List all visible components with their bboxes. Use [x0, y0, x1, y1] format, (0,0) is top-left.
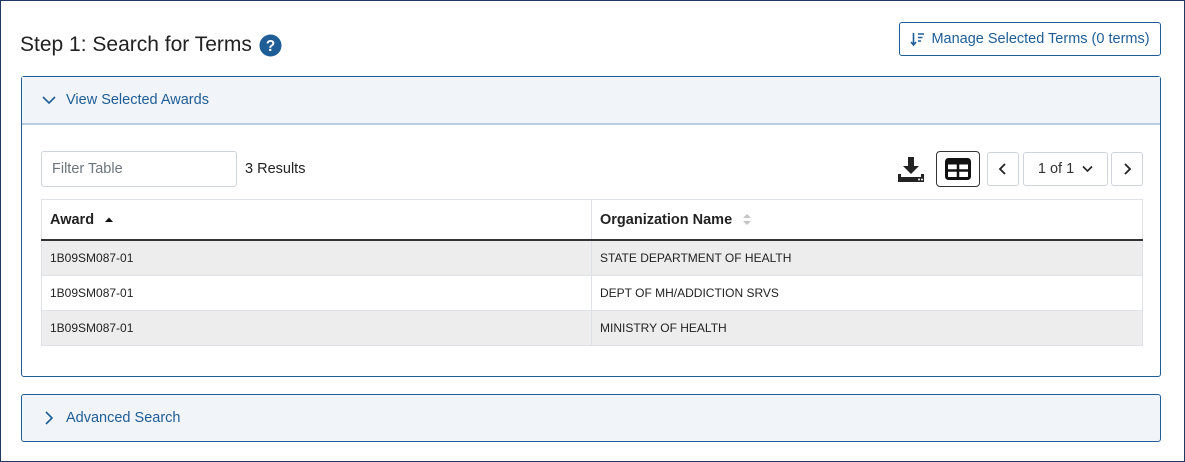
table-header-row: Award Organization Name — [41, 199, 1143, 241]
sort-icon — [743, 214, 752, 226]
sort-up-icon — [105, 217, 114, 222]
award-cell: 1B09SM087-01 — [41, 275, 592, 311]
previous-page-button[interactable] — [987, 152, 1019, 186]
download-icon[interactable] — [896, 155, 926, 185]
advanced-search-panel-header[interactable]: Advanced Search — [21, 394, 1161, 442]
next-page-button[interactable] — [1111, 152, 1143, 186]
column-header-organization-name[interactable]: Organization Name — [591, 199, 1143, 241]
chevron-down-icon — [1082, 165, 1093, 173]
svg-text:?: ? — [266, 37, 275, 54]
column-header-label: Award — [50, 211, 95, 228]
selected-awards-header-label: View Selected Awards — [66, 92, 209, 108]
results-count: 3 Results — [245, 161, 306, 177]
chevron-right-icon — [45, 411, 54, 425]
page-select[interactable]: 1 of 1 — [1023, 152, 1108, 186]
table-columns-icon — [945, 158, 971, 180]
table-row: 1B09SM087-01 DEPT OF MH/ADDICTION SRVS — [41, 275, 1143, 311]
awards-table: Award Organization Name 1B09SM087-01 STA… — [41, 199, 1143, 346]
table-row: 1B09SM087-01 STATE DEPARTMENT OF HEALTH — [41, 240, 1143, 276]
award-cell: 1B09SM087-01 — [41, 310, 592, 346]
award-cell: 1B09SM087-01 — [41, 240, 592, 276]
column-settings-button[interactable] — [936, 151, 980, 187]
chevron-right-icon — [1124, 163, 1132, 175]
column-header-label: Organization Name — [600, 211, 733, 228]
page-title: Step 1: Search for Terms ? — [20, 31, 282, 59]
selected-awards-panel-header[interactable]: View Selected Awards — [22, 77, 1160, 125]
chevron-left-icon — [998, 163, 1006, 175]
page-frame: Step 1: Search for Terms ? Manage Select… — [0, 0, 1185, 462]
manage-selected-terms-button[interactable]: Manage Selected Terms (0 terms) — [899, 22, 1161, 56]
page-select-value: 1 of 1 — [1037, 161, 1075, 177]
help-icon[interactable]: ? — [259, 33, 282, 57]
sort-list-icon — [910, 32, 925, 46]
chevron-down-icon — [42, 96, 56, 105]
organization-cell: DEPT OF MH/ADDICTION SRVS — [591, 275, 1143, 311]
column-header-award[interactable]: Award — [41, 199, 592, 241]
filter-table-input[interactable] — [41, 151, 237, 187]
selected-awards-panel: View Selected Awards 3 Results 1 of 1 — [21, 76, 1161, 377]
table-row: 1B09SM087-01 MINISTRY OF HEALTH — [41, 310, 1143, 346]
page-title-text: Step 1: Search for Terms — [20, 33, 252, 56]
advanced-search-label: Advanced Search — [66, 410, 181, 426]
manage-selected-terms-label: Manage Selected Terms (0 terms) — [931, 31, 1150, 47]
organization-cell: STATE DEPARTMENT OF HEALTH — [591, 240, 1143, 276]
organization-cell: MINISTRY OF HEALTH — [591, 310, 1143, 346]
